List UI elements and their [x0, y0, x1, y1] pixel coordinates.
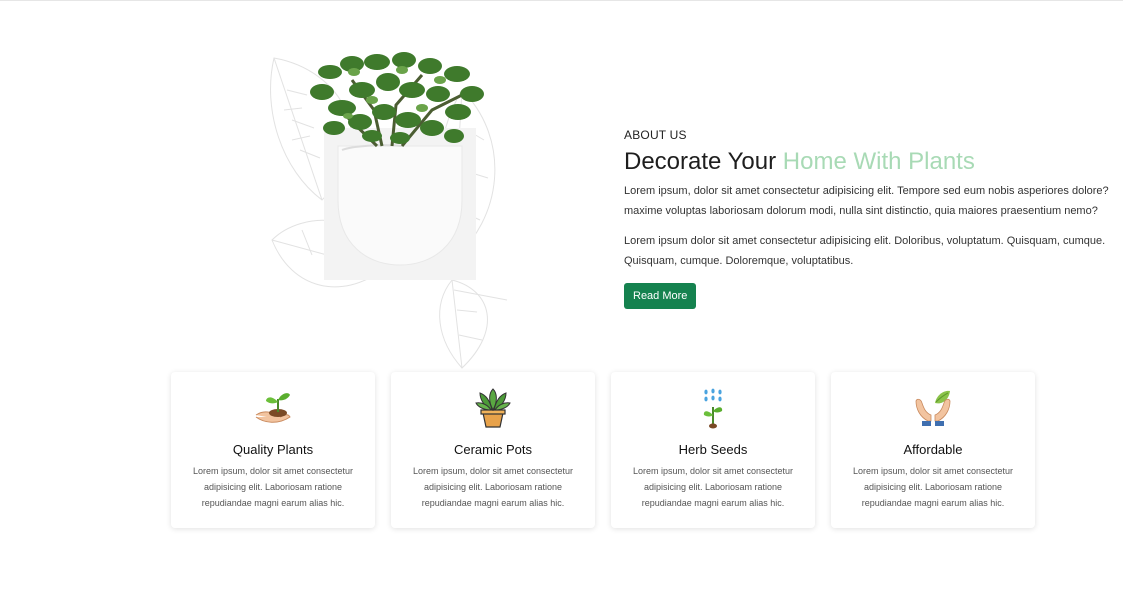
feature-description: Lorem ipsum, dolor sit amet consectetur … — [183, 463, 363, 511]
hands-leaf-icon — [831, 386, 1035, 430]
feature-description: Lorem ipsum, dolor sit amet consectetur … — [843, 463, 1023, 511]
feature-card-quality-plants: Quality Plants Lorem ipsum, dolor sit am… — [171, 372, 375, 528]
feature-description: Lorem ipsum, dolor sit amet consectetur … — [623, 463, 803, 511]
about-paragraph-2: Lorem ipsum dolor sit amet consectetur a… — [624, 232, 1123, 271]
feature-title: Affordable — [903, 442, 963, 457]
title-main: Decorate Your — [624, 148, 777, 175]
feature-card-affordable: Affordable Lorem ipsum, dolor sit amet c… — [831, 372, 1035, 528]
about-paragraph-1: Lorem ipsum, dolor sit amet consectetur … — [624, 182, 1123, 221]
paragraph-2-line-1: Lorem ipsum dolor sit amet consectetur a… — [624, 235, 1106, 247]
feature-text-line: repudiandae magni earum alias hic. — [641, 498, 785, 508]
feature-card-herb-seeds: Herb Seeds Lorem ipsum, dolor sit amet c… — [611, 372, 815, 528]
paragraph-1-line-1: Lorem ipsum, dolor sit amet consectetur … — [624, 185, 1109, 197]
feature-text-line: adipisicing elit. Laboriosam ratione — [203, 482, 343, 492]
feature-text-line: repudiandae magni earum alias hic. — [421, 498, 565, 508]
paragraph-1-line-2: maxime voluptas laboriosam dolorum modi,… — [624, 204, 1098, 217]
section-kicker: ABOUT US — [624, 128, 687, 142]
hand-sprout-icon — [171, 386, 375, 430]
feature-text-line: repudiandae magni earum alias hic. — [201, 498, 345, 508]
feature-title: Herb Seeds — [678, 442, 748, 457]
feature-text-line: Lorem ipsum, dolor sit amet consectetur — [412, 466, 574, 476]
paragraph-2-line-2: Quisquam, cumque. Doloremque, voluptatib… — [624, 254, 854, 267]
about-section: ABOUT US Decorate Your Home With Plants … — [624, 128, 1123, 309]
potted-plant-icon — [391, 386, 595, 430]
feature-title: Quality Plants — [232, 442, 314, 457]
read-more-button[interactable]: Read More — [624, 283, 697, 309]
top-divider — [0, 0, 1123, 1]
title-accent: Home With Plants — [782, 148, 975, 175]
feature-description: Lorem ipsum, dolor sit amet consectetur … — [403, 463, 583, 511]
feature-title: Ceramic Pots — [453, 442, 533, 457]
feature-text-line: Lorem ipsum, dolor sit amet consectetur — [192, 466, 354, 476]
feature-text-line: Lorem ipsum, dolor sit amet consectetur — [852, 466, 1014, 476]
feature-card-ceramic-pots: Ceramic Pots Lorem ipsum, dolor sit amet… — [391, 372, 595, 528]
feature-text-line: adipisicing elit. Laboriosam ratione — [423, 482, 563, 492]
feature-text-line: Lorem ipsum, dolor sit amet consectetur — [632, 466, 794, 476]
feature-cards: Quality Plants Lorem ipsum, dolor sit am… — [171, 372, 1035, 528]
page-title: Decorate Your Home With Plants — [624, 148, 1123, 176]
plant-image — [262, 50, 512, 370]
feature-text-line: adipisicing elit. Laboriosam ratione — [643, 482, 783, 492]
watering-seed-icon — [611, 386, 815, 430]
feature-text-line: adipisicing elit. Laboriosam ratione — [863, 482, 1003, 492]
feature-text-line: repudiandae magni earum alias hic. — [861, 498, 1005, 508]
